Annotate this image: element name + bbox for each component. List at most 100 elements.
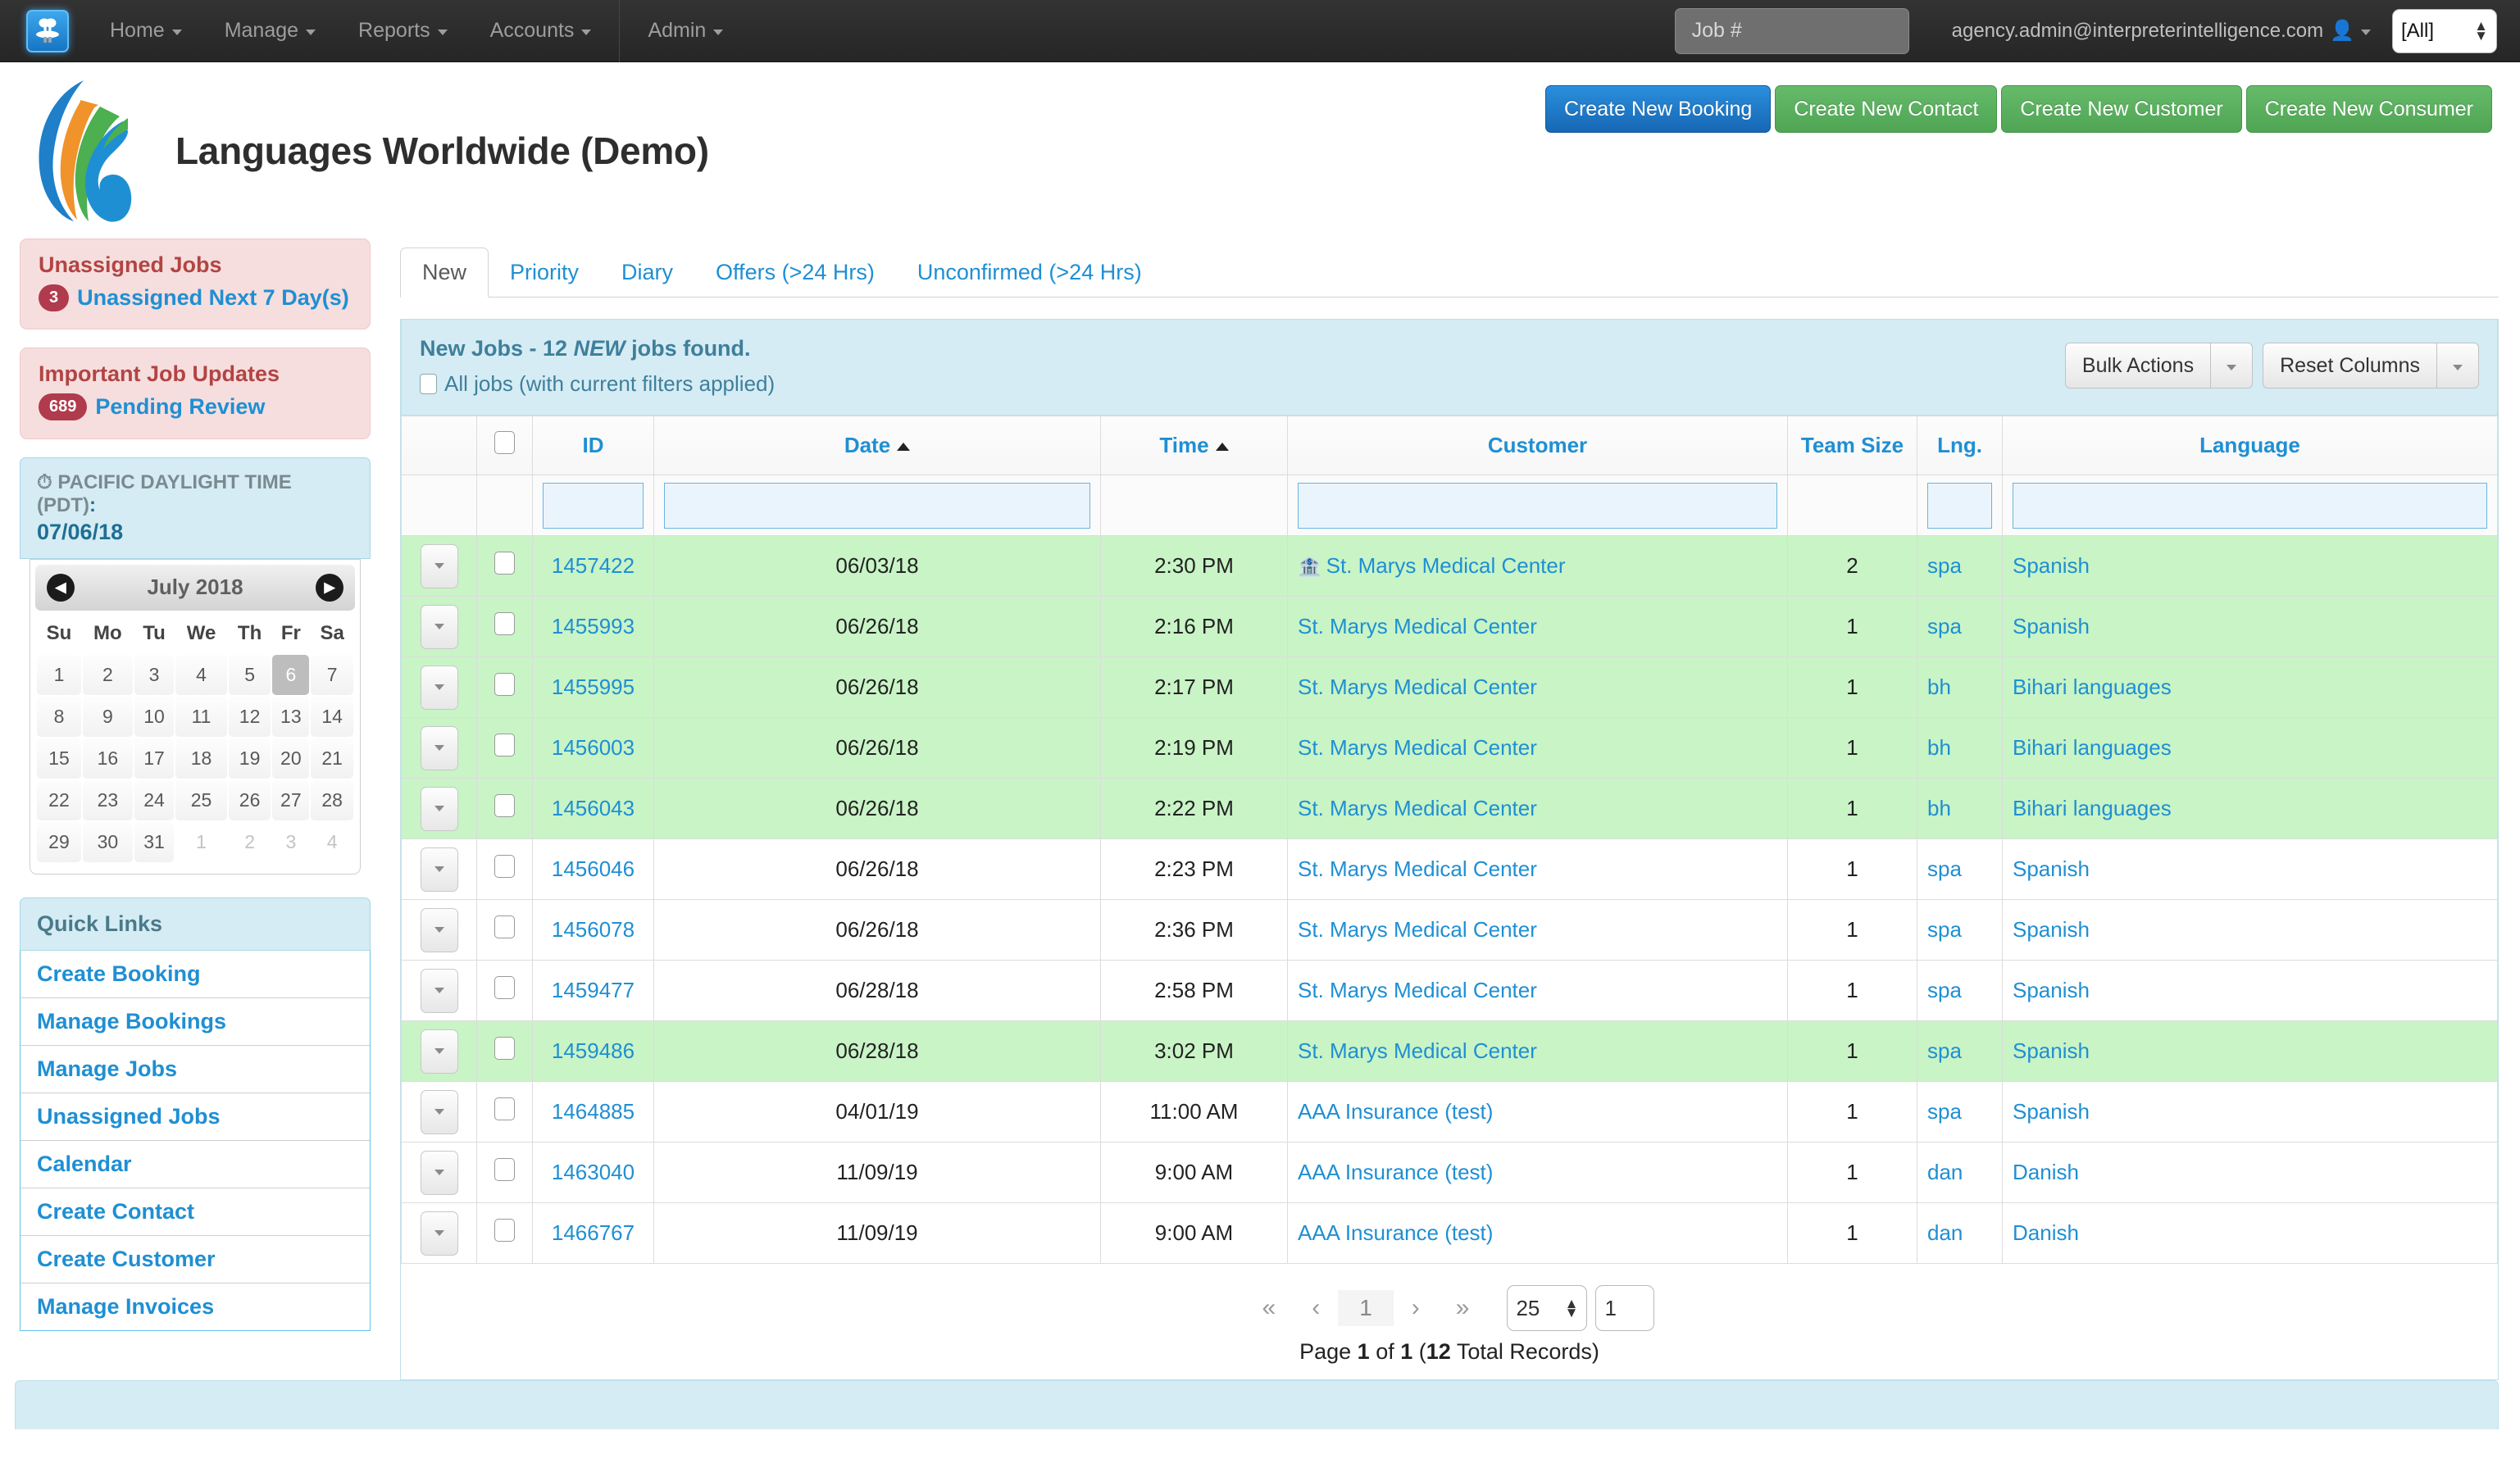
- calendar-day[interactable]: 19: [228, 738, 271, 779]
- next-page-button[interactable]: ›: [1394, 1291, 1438, 1325]
- create-new-booking-button[interactable]: Create New Booking: [1545, 85, 1772, 133]
- table-row[interactable]: 1457422 06/03/18 2:30 PM 🏦 St. Marys Medical…: [401, 535, 2498, 597]
- table-row[interactable]: 1455993 06/26/18 2:16 PM St. Marys Medical …: [401, 596, 2498, 657]
- row-expand-toggle[interactable]: [420, 725, 458, 770]
- calendar-day[interactable]: 12: [228, 696, 271, 737]
- row-expand-cell[interactable]: [401, 899, 477, 961]
- chevron-left-icon[interactable]: ◀: [47, 573, 75, 602]
- row-checkbox[interactable]: [494, 1158, 515, 1181]
- calendar-day[interactable]: 28: [311, 779, 353, 820]
- calendar-day[interactable]: 27: [272, 779, 310, 820]
- calendar-day[interactable]: 18: [175, 738, 227, 779]
- bulk-actions-dropdown-toggle[interactable]: [2210, 343, 2254, 388]
- filter-lng-input[interactable]: [1927, 482, 1992, 529]
- row-expand-toggle[interactable]: [420, 1029, 458, 1074]
- cell-language[interactable]: Spanish: [2002, 1081, 2498, 1143]
- cell-lng[interactable]: dan: [1917, 1142, 2003, 1203]
- row-expand-toggle[interactable]: [420, 1089, 458, 1134]
- cell-id[interactable]: 1463040: [532, 1142, 654, 1203]
- calendar-day[interactable]: 2: [82, 654, 133, 695]
- cell-language[interactable]: Danish: [2002, 1142, 2498, 1203]
- table-row[interactable]: 1456078 06/26/18 2:36 PM St. Marys Medical …: [401, 899, 2498, 961]
- table-row[interactable]: 1455995 06/26/18 2:17 PM St. Marys Medical …: [401, 656, 2498, 718]
- job-number-search-input[interactable]: [1674, 7, 1909, 54]
- quick-link-item[interactable]: Create Contact: [20, 1188, 370, 1236]
- row-expand-toggle[interactable]: [420, 847, 458, 892]
- all-jobs-checkbox[interactable]: [420, 374, 437, 394]
- quick-link-item[interactable]: Create Customer: [20, 1235, 370, 1283]
- cell-customer[interactable]: St. Marys Medical Center: [1287, 596, 1788, 657]
- calendar-day[interactable]: 13: [272, 696, 310, 737]
- calendar-day[interactable]: 14: [311, 696, 353, 737]
- calendar-day[interactable]: 4: [175, 654, 227, 695]
- calendar-day[interactable]: 1: [175, 821, 227, 862]
- row-expand-toggle[interactable]: [420, 665, 458, 710]
- filter-language-input[interactable]: [2013, 482, 2487, 529]
- calendar-day[interactable]: 2: [228, 821, 271, 862]
- calendar-day[interactable]: 17: [134, 738, 175, 779]
- create-new-consumer-button[interactable]: Create New Consumer: [2245, 85, 2492, 133]
- cell-lng[interactable]: spa: [1917, 899, 2003, 961]
- calendar-day[interactable]: 24: [134, 779, 175, 820]
- calendar-day[interactable]: 31: [134, 821, 175, 862]
- row-expand-cell[interactable]: [401, 960, 477, 1021]
- calendar-day[interactable]: 21: [311, 738, 353, 779]
- calendar-day[interactable]: 3: [272, 821, 310, 862]
- filter-id-input[interactable]: [543, 482, 644, 529]
- calendar-day[interactable]: 22: [37, 779, 81, 820]
- cell-language[interactable]: Spanish: [2002, 899, 2498, 961]
- col-header-date[interactable]: Date: [653, 416, 1101, 475]
- row-expand-cell[interactable]: [401, 838, 477, 900]
- row-expand-toggle[interactable]: [420, 907, 458, 952]
- table-row[interactable]: 1459486 06/28/18 3:02 PM St. Marys Medical …: [401, 1020, 2498, 1082]
- pending-review-link-row[interactable]: 689 Pending Review: [39, 392, 352, 421]
- calendar-day[interactable]: 25: [175, 779, 227, 820]
- first-page-button[interactable]: «: [1244, 1291, 1294, 1325]
- row-checkbox[interactable]: [494, 1037, 515, 1060]
- row-expand-cell[interactable]: [401, 717, 477, 779]
- cell-customer[interactable]: St. Marys Medical Center: [1287, 1020, 1788, 1082]
- row-checkbox[interactable]: [494, 915, 515, 938]
- nav-item-reports[interactable]: Reports: [337, 0, 469, 62]
- calendar-day[interactable]: 9: [82, 696, 133, 737]
- table-row[interactable]: 1456003 06/26/18 2:19 PM St. Marys Medical …: [401, 717, 2498, 779]
- row-expand-cell[interactable]: [401, 1142, 477, 1203]
- create-new-customer-button[interactable]: Create New Customer: [2001, 85, 2242, 133]
- tab-new[interactable]: New: [400, 248, 489, 298]
- table-row[interactable]: 1456043 06/26/18 2:22 PM St. Marys Medical …: [401, 778, 2498, 839]
- cell-customer[interactable]: AAA Insurance (test): [1287, 1142, 1788, 1203]
- row-checkbox[interactable]: [494, 734, 515, 756]
- cell-lng[interactable]: spa: [1917, 596, 2003, 657]
- cell-lng[interactable]: bh: [1917, 778, 2003, 839]
- row-select-cell[interactable]: [476, 1081, 533, 1143]
- cell-lng[interactable]: spa: [1917, 960, 2003, 1021]
- row-checkbox[interactable]: [494, 612, 515, 635]
- col-header-id[interactable]: ID: [532, 416, 654, 475]
- col-header-language[interactable]: Language: [2002, 416, 2498, 475]
- cell-customer[interactable]: AAA Insurance (test): [1287, 1081, 1788, 1143]
- row-expand-cell[interactable]: [401, 1020, 477, 1082]
- quick-link-item[interactable]: Manage Jobs: [20, 1045, 370, 1093]
- cell-id[interactable]: 1455995: [532, 656, 654, 718]
- calendar-day[interactable]: 29: [37, 821, 81, 862]
- cell-language[interactable]: Spanish: [2002, 596, 2498, 657]
- nav-item-manage[interactable]: Manage: [203, 0, 337, 62]
- row-expand-toggle[interactable]: [420, 543, 458, 588]
- cell-id[interactable]: 1456003: [532, 717, 654, 779]
- row-select-cell[interactable]: [476, 1202, 533, 1264]
- cell-customer[interactable]: St. Marys Medical Center: [1287, 960, 1788, 1021]
- tab-unconfirmed[interactable]: Unconfirmed (>24 Hrs): [896, 248, 1163, 297]
- reset-columns-dropdown-toggle[interactable]: [2436, 343, 2479, 388]
- row-expand-toggle[interactable]: [420, 1150, 458, 1195]
- cell-customer[interactable]: St. Marys Medical Center: [1287, 656, 1788, 718]
- filter-customer-input[interactable]: [1298, 482, 1777, 529]
- calendar-day[interactable]: 6: [272, 654, 310, 695]
- row-expand-cell[interactable]: [401, 1081, 477, 1143]
- col-header-customer[interactable]: Customer: [1287, 416, 1788, 475]
- row-select-cell[interactable]: [476, 717, 533, 779]
- row-select-cell[interactable]: [476, 960, 533, 1021]
- select-all-checkbox[interactable]: [494, 431, 515, 454]
- cell-id[interactable]: 1459486: [532, 1020, 654, 1082]
- col-header-lng[interactable]: Lng.: [1917, 416, 2003, 475]
- calendar-day[interactable]: 23: [82, 779, 133, 820]
